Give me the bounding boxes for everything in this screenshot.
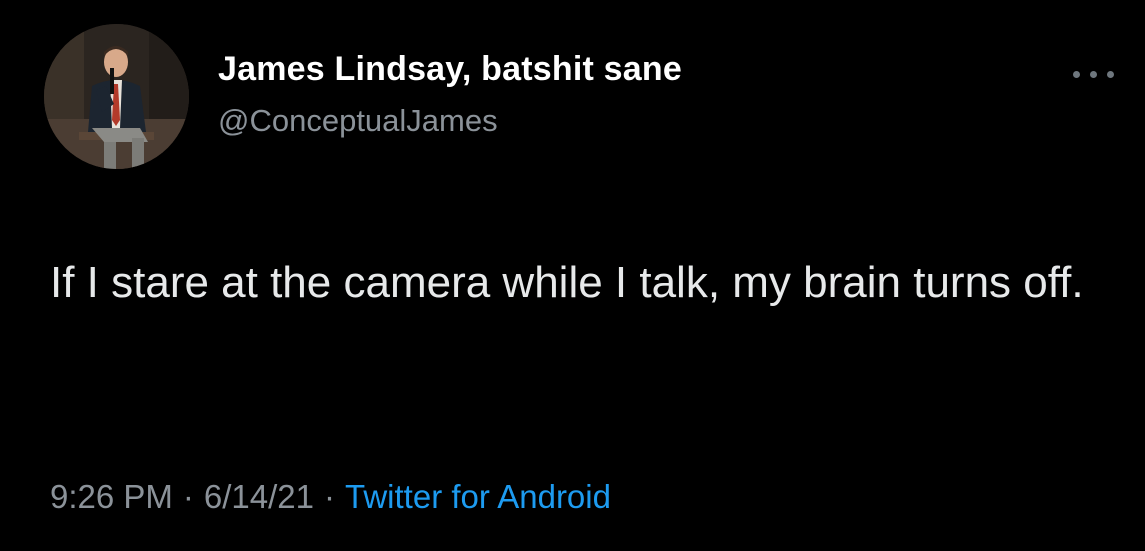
tweet-text: If I stare at the camera while I talk, m… — [50, 258, 1084, 307]
tweet-time[interactable]: 9:26 PM — [50, 478, 173, 515]
dot — [1107, 71, 1114, 78]
separator: · — [324, 478, 336, 515]
tweet-source-link[interactable]: Twitter for Android — [345, 478, 611, 515]
tweet-card: James Lindsay, batshit sane @ConceptualJ… — [0, 0, 1145, 551]
tweet-date[interactable]: 6/14/21 — [204, 478, 314, 515]
dot — [1073, 71, 1080, 78]
avatar[interactable] — [44, 24, 189, 169]
tweet-meta: 9:26 PM · 6/14/21 · Twitter for Android — [50, 478, 611, 516]
display-name[interactable]: James Lindsay, batshit sane — [218, 50, 682, 89]
profile-photo-icon — [44, 24, 189, 169]
more-options-icon[interactable] — [1070, 62, 1118, 86]
user-handle[interactable]: @ConceptualJames — [218, 103, 498, 139]
separator: · — [182, 478, 194, 515]
dot — [1090, 71, 1097, 78]
